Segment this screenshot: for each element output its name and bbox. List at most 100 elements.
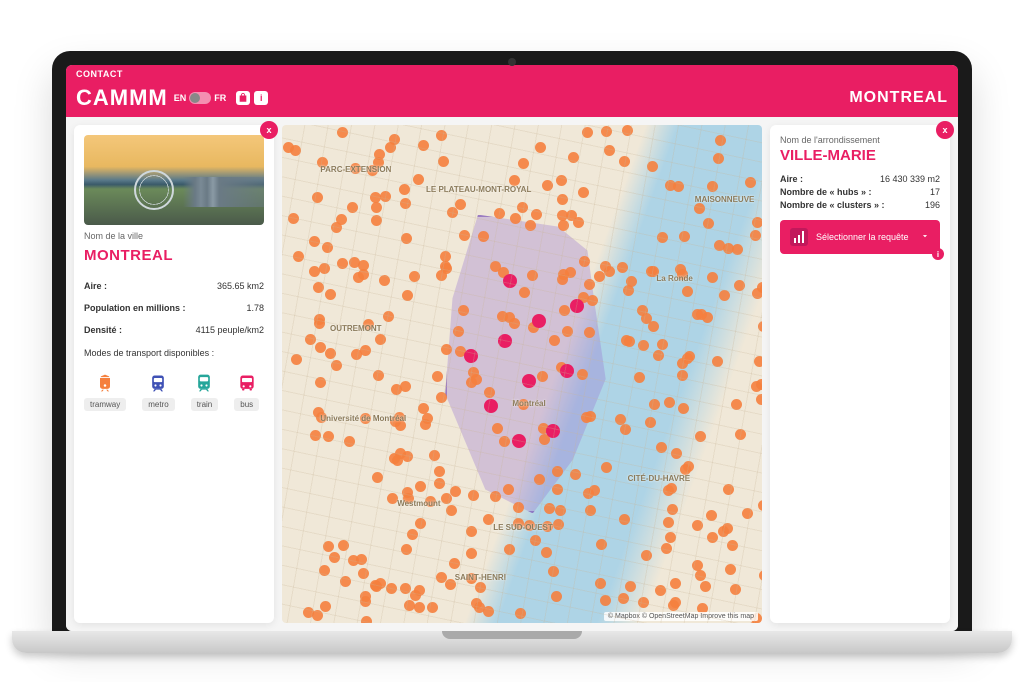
map-dot[interactable] [637,305,648,316]
map-dot[interactable] [401,233,412,244]
map-dot[interactable] [402,451,413,462]
map-dot[interactable] [573,217,584,228]
map-dot[interactable] [436,270,447,281]
map-dot[interactable] [402,487,413,498]
map-dot[interactable] [415,481,426,492]
map-dot[interactable] [596,539,607,550]
map-dot[interactable] [619,156,630,167]
map-dot[interactable] [360,596,371,607]
map-dot[interactable] [723,243,734,254]
map-dot[interactable] [387,493,398,504]
map-dot[interactable] [400,198,411,209]
map-dot[interactable] [678,403,689,414]
map-dot[interactable] [751,381,762,392]
mode-tag-tramway[interactable]: tramway [84,398,126,411]
map-dot[interactable] [666,483,677,494]
map-dot[interactable] [290,145,301,156]
map-dot[interactable] [453,326,464,337]
map-dot[interactable] [675,264,686,275]
map-dot[interactable] [757,282,762,293]
map-hub-dot[interactable] [522,374,536,388]
map-dot[interactable] [752,217,762,228]
map-dot[interactable] [534,474,545,485]
map-dot[interactable] [542,180,553,191]
map-dot[interactable] [535,142,546,153]
map-dot[interactable] [347,202,358,213]
map-dot[interactable] [436,572,447,583]
mode-tag-train[interactable]: train [191,398,219,411]
map-dot[interactable] [756,394,762,405]
map-dot[interactable] [525,220,536,231]
map-dot[interactable] [694,203,705,214]
map-dot[interactable] [556,175,567,186]
map-dot[interactable] [400,583,411,594]
map-dot[interactable] [315,342,326,353]
map-canvas[interactable]: PARC-EXTENSIONOUTREMONTUniversité de Mon… [282,125,762,623]
map-dot[interactable] [734,280,745,291]
map-dot[interactable] [555,505,566,516]
map-dot[interactable] [483,514,494,525]
map-dot[interactable] [557,210,568,221]
map-dot[interactable] [325,289,336,300]
map-dot[interactable] [570,469,581,480]
map-dot[interactable] [407,529,418,540]
map-hub-dot[interactable] [464,349,478,363]
map-dot[interactable] [527,270,538,281]
map-dot[interactable] [589,485,600,496]
map-dot[interactable] [513,518,524,529]
map-dot[interactable] [390,416,401,427]
map-dot[interactable] [626,276,637,287]
map-dot[interactable] [441,493,452,504]
map-dot[interactable] [375,334,386,345]
map-dot[interactable] [331,222,342,233]
map-dot[interactable] [585,505,596,516]
map-dot[interactable] [696,309,707,320]
map-dot[interactable] [322,242,333,253]
map-dot[interactable] [634,372,645,383]
map-hub-dot[interactable] [512,434,526,448]
map-dot[interactable] [503,484,514,495]
lang-toggle[interactable] [189,92,211,104]
map-dot[interactable] [664,397,675,408]
map-dot[interactable] [680,464,691,475]
map-dot[interactable] [604,266,615,277]
map-hub-dot[interactable] [484,399,498,413]
map-dot[interactable] [584,279,595,290]
map-dot[interactable] [392,455,403,466]
map-hub-dot[interactable] [570,299,584,313]
map-dot[interactable] [578,292,589,303]
map-dot[interactable] [661,543,672,554]
map-dot[interactable] [386,583,397,594]
map-dot[interactable] [309,266,320,277]
map-dot[interactable] [587,295,598,306]
map-dot[interactable] [504,312,515,323]
map-dot[interactable] [445,579,456,590]
map-hub-dot[interactable] [560,364,574,378]
map-dot[interactable] [313,282,324,293]
info-badge-icon[interactable]: i [932,248,944,260]
map-dot[interactable] [509,318,520,329]
map-dot[interactable] [562,326,573,337]
map-dot[interactable] [732,244,743,255]
map-dot[interactable] [434,478,445,489]
map-dot[interactable] [468,367,479,378]
map-dot[interactable] [422,413,433,424]
map-dot[interactable] [319,565,330,576]
map-dot[interactable] [371,202,382,213]
map-dot[interactable] [619,514,630,525]
map-dot[interactable] [303,607,314,618]
map-dot[interactable] [372,472,383,483]
map-dot[interactable] [583,488,594,499]
map-dot[interactable] [682,286,693,297]
map-dot[interactable] [665,532,676,543]
map-dot[interactable] [719,290,730,301]
map-dot[interactable] [504,544,515,555]
map-dot[interactable] [649,399,660,410]
map-dot[interactable] [291,354,302,365]
map-dot[interactable] [380,191,391,202]
map-dot[interactable] [402,290,413,301]
map-dot[interactable] [312,192,323,203]
map-dot[interactable] [735,429,746,440]
map-dot[interactable] [531,209,542,220]
map-dot[interactable] [436,392,447,403]
